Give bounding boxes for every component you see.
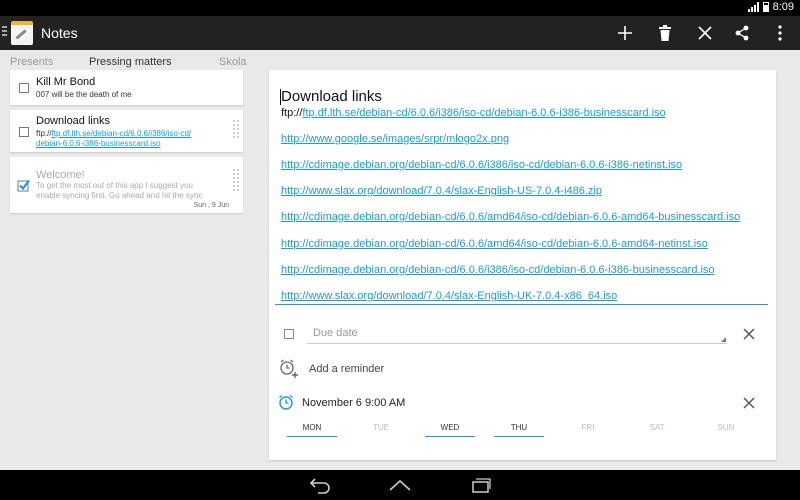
editor-title[interactable]: Download links [280, 88, 382, 105]
editor-link[interactable]: http://cdimage.debian.org/debian-cd/6.0.… [281, 264, 715, 276]
alarm-add-icon[interactable] [278, 358, 300, 380]
day-sun[interactable]: SUN [701, 422, 751, 437]
editor-link[interactable]: http://cdimage.debian.org/debian-cd/6.0.… [281, 159, 682, 171]
clock: 8:09 [772, 1, 794, 13]
share-button[interactable] [722, 16, 762, 50]
note-title: Download links [36, 115, 110, 127]
day-tue[interactable]: TUE [356, 422, 406, 437]
alarm-icon [279, 394, 293, 410]
editor-link[interactable]: http://www.slax.org/download/7.0.4/slax-… [281, 290, 617, 302]
tab-skola[interactable]: Skola [219, 56, 247, 68]
back-icon[interactable] [308, 476, 332, 494]
delete-button[interactable] [645, 16, 685, 50]
checkbox-icon[interactable] [19, 127, 29, 137]
list-tabs: Presents Pressing matters Skola [0, 50, 260, 70]
reminder-time[interactable]: November 6 9:00 AM [302, 397, 405, 409]
share-icon [735, 25, 749, 41]
close-button[interactable] [685, 16, 725, 50]
close-icon [698, 26, 712, 40]
add-note-button[interactable] [605, 16, 645, 50]
signal-icon [747, 2, 759, 12]
day-fri[interactable]: FRI [563, 422, 613, 437]
day-wed[interactable]: WED [425, 422, 475, 437]
note-body: 007 will be the death of me [36, 90, 132, 99]
note-body: To get the most out of this app I sugges… [36, 181, 203, 200]
note-link-cont[interactable]: debian-6.0.6-i386-businesscard.iso [36, 139, 161, 148]
dropdown-icon [721, 337, 726, 342]
app-icon[interactable] [11, 21, 33, 45]
overflow-icon [778, 25, 782, 41]
clear-reminder-button[interactable] [741, 395, 757, 411]
add-reminder-button[interactable]: Add a reminder [309, 363, 384, 375]
note-card[interactable]: Welcome! To get the most out of this app… [10, 157, 243, 213]
editor-link[interactable]: http://www.slax.org/download/7.0.4/slax-… [281, 185, 602, 197]
day-mon[interactable]: MON [287, 422, 337, 437]
trash-icon [659, 25, 671, 41]
checkbox-icon[interactable] [19, 83, 29, 93]
editor-focus-underline [275, 304, 768, 305]
recents-icon[interactable] [468, 476, 492, 494]
clear-due-date-button[interactable] [741, 326, 757, 342]
status-bar: 8:09 [0, 0, 800, 16]
editor-link[interactable]: ftp.df.lth.se/debian-cd/6.0.6/i386/iso-c… [302, 107, 665, 119]
editor-link[interactable]: http://cdimage.debian.org/debian-cd/6.0.… [281, 211, 740, 223]
action-bar: Notes [0, 16, 800, 50]
navigation-bar [0, 470, 800, 500]
note-title: Welcome! [36, 169, 85, 181]
grip-icon[interactable] [233, 120, 239, 140]
battery-icon [762, 2, 769, 12]
home-icon[interactable] [388, 476, 412, 494]
note-date: Sun , 9 Jun [193, 202, 229, 209]
editor-ftp-line[interactable]: ftp://ftp.df.lth.se/debian-cd/6.0.6/i386… [281, 107, 666, 119]
due-date-field[interactable]: Due date [307, 324, 727, 344]
checkbox-icon[interactable] [17, 178, 31, 192]
tab-presents[interactable]: Presents [10, 56, 53, 68]
note-card[interactable]: Kill Mr Bond 007 will be the death of me [10, 70, 243, 105]
tab-pressing-matters[interactable]: Pressing matters [89, 56, 172, 68]
app-title: Notes [41, 25, 78, 41]
add-icon [618, 26, 632, 40]
repeat-days: MON TUE WED THU FRI SAT SUN [287, 422, 767, 438]
editor-link[interactable]: http://www.google.se/images/srpr/mlogo2x… [281, 133, 509, 145]
due-date-checkbox[interactable] [284, 329, 294, 339]
menu-icon[interactable] [2, 26, 7, 38]
day-sat[interactable]: SAT [632, 422, 682, 437]
editor-link[interactable]: http://cdimage.debian.org/debian-cd/6.0.… [281, 238, 708, 250]
note-title: Kill Mr Bond [36, 76, 96, 88]
grip-icon[interactable] [233, 169, 239, 193]
overflow-menu-button[interactable] [760, 16, 800, 50]
note-editor[interactable]: Download links ftp://ftp.df.lth.se/debia… [269, 70, 776, 460]
note-card[interactable]: Download links ftp://ftp.df.lth.se/debia… [10, 110, 243, 152]
day-thu[interactable]: THU [494, 422, 544, 437]
note-body: ftp://ftp.df.lth.se/debian-cd/6.0.6/i386… [36, 129, 192, 148]
note-link[interactable]: ftp.df.lth.se/debian-cd/6.0.6/i386/iso-c… [52, 129, 192, 138]
